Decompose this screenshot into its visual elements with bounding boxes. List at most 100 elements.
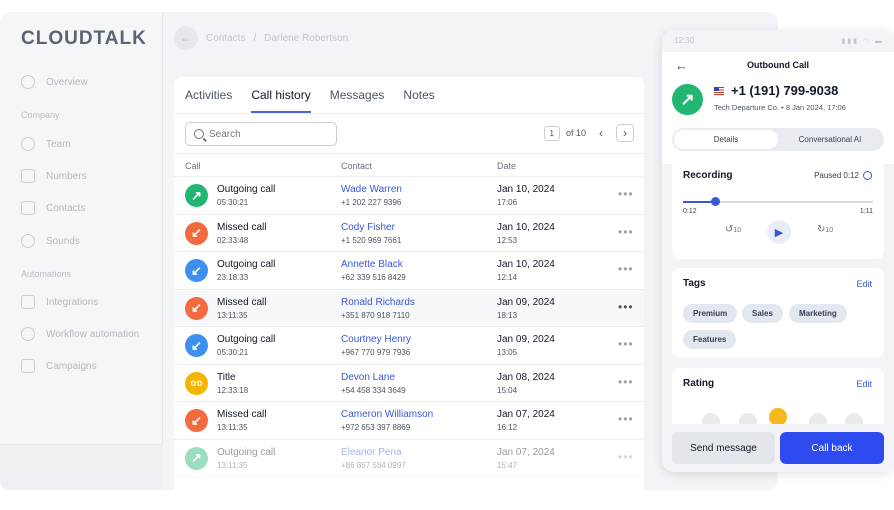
more-options-icon[interactable]: ••• — [618, 300, 634, 314]
more-options-icon[interactable]: ••• — [618, 262, 634, 276]
tab-conversational-ai[interactable]: Conversational AI — [778, 130, 882, 149]
contact-name-link[interactable]: Cody Fisher — [341, 222, 395, 233]
elapsed-time: 0:12 — [683, 208, 697, 215]
tags-edit-link[interactable]: Edit — [856, 279, 872, 289]
chevron-left-icon[interactable]: ‹ — [592, 124, 610, 142]
contact-card-icon — [21, 201, 35, 215]
sidebar-item-contacts[interactable]: Contacts — [21, 201, 85, 215]
tab-messages[interactable]: Messages — [330, 88, 385, 113]
table-row[interactable]: oo Title 12:33:18 Devon Lane +54 458 334… — [174, 365, 644, 402]
sidebar-item-label: Team — [46, 138, 71, 150]
more-options-icon[interactable]: ••• — [618, 450, 634, 464]
tag-chip[interactable]: Marketing — [789, 304, 847, 323]
playback-slider[interactable] — [683, 197, 873, 206]
contact-name-link[interactable]: Cameron Williamson — [341, 409, 433, 420]
send-message-button[interactable]: Send message — [672, 432, 775, 464]
total-time: 1:11 — [859, 208, 873, 215]
tab-call-history[interactable]: Call history — [251, 88, 311, 113]
table-row[interactable]: ↙ Outgoing call 23:18:33 Annette Black +… — [174, 252, 644, 290]
playback-handle[interactable] — [711, 197, 721, 206]
forward-10-label: 10 — [825, 227, 834, 234]
outgoing-call-icon: ↗ — [672, 84, 703, 115]
incoming-call-icon: ↙ — [185, 334, 208, 357]
tag-chip[interactable]: Sales — [742, 304, 783, 323]
tab-notes[interactable]: Notes — [403, 88, 434, 113]
table-row[interactable]: ↗ Outgoing call 05:30:21 Wade Warren +1 … — [174, 177, 644, 215]
sidebar-item-integrations[interactable]: Integrations — [21, 295, 98, 309]
table-row[interactable]: ↙ Missed call 02:33:48 Cody Fisher +1 52… — [174, 215, 644, 252]
table-row[interactable]: ↙ Outgoing call 05:30:21 Courtney Henry … — [174, 327, 644, 365]
tags-title: Tags — [683, 278, 706, 289]
sidebar-item-label: Campaigns — [46, 360, 97, 372]
tab-details[interactable]: Details — [674, 130, 778, 149]
page-number-input[interactable]: 1 — [543, 125, 560, 141]
rating-card: Rating Edit — [672, 368, 884, 428]
sidebar-item-campaigns[interactable]: Campaigns — [21, 359, 97, 373]
contact-name-link[interactable]: Devon Lane — [341, 372, 395, 383]
call-duration: 12:33:18 — [217, 385, 249, 395]
call-type: Outgoing call — [217, 446, 276, 458]
call-type: Missed call — [217, 221, 267, 233]
call-time: 12:53 — [497, 235, 518, 245]
more-options-icon[interactable]: ••• — [618, 225, 634, 239]
play-icon[interactable]: ▶ — [767, 220, 791, 244]
more-options-icon[interactable]: ••• — [618, 337, 634, 351]
megaphone-icon — [21, 359, 35, 373]
missed-call-icon: ↙ — [185, 221, 208, 245]
sidebar-item-workflow[interactable]: Workflow automation — [21, 327, 139, 341]
sidebar-item-label: Integrations — [46, 296, 99, 308]
call-back-button[interactable]: Call back — [780, 432, 884, 464]
more-options-icon[interactable]: ••• — [618, 412, 634, 426]
search-icon — [194, 129, 204, 139]
call-duration: 05:30:21 — [217, 198, 249, 207]
chevron-right-icon[interactable]: › — [616, 124, 634, 142]
search-box[interactable] — [185, 122, 337, 146]
recording-status-text: Paused 0:12 — [814, 171, 859, 180]
tab-activities[interactable]: Activities — [185, 88, 232, 113]
contact-phone: +1 520 969 7661 — [341, 235, 402, 245]
info-icon[interactable] — [863, 171, 872, 181]
call-date: Jan 09, 2024 — [497, 334, 555, 345]
rewind-10-label: 10 — [733, 227, 742, 234]
call-header: ← Outbound Call ↗ +1 (191) 799-9038 Tech… — [662, 52, 894, 164]
call-time: 12:14 — [497, 273, 518, 282]
call-time: 17:06 — [497, 198, 518, 207]
tag-chip[interactable]: Features — [683, 330, 737, 349]
contact-phone: +1 202 227 9396 — [341, 198, 402, 207]
contact-name-link[interactable]: Wade Warren — [341, 184, 402, 195]
contact-name-link[interactable]: Eleanor Pena — [341, 447, 402, 458]
sidebar-item-label: Workflow automation — [46, 328, 140, 340]
table-row[interactable]: ↙ Missed call 13:11:35 Ronald Richards +… — [174, 289, 644, 327]
contact-name-link[interactable]: Ronald Richards — [341, 297, 415, 308]
table-row[interactable]: ↙ Missed call 13:11:35 Cameron Williamso… — [174, 402, 644, 440]
table-toolbar: 1 of 10 ‹ › — [174, 114, 644, 154]
back-arrow-icon[interactable]: ← — [174, 26, 198, 50]
contact-name-link[interactable]: Courtney Henry — [341, 334, 411, 345]
breadcrumb-parent[interactable]: Contacts — [206, 33, 245, 44]
table-row[interactable]: ↗ Outgoing call 13:11:35 Eleanor Pena +8… — [174, 440, 644, 477]
rewind-10-icon[interactable]: ↺10 — [725, 224, 741, 235]
forward-10-icon[interactable]: ↻10 — [817, 224, 833, 235]
phone-title: Outbound Call — [747, 60, 809, 70]
workflow-icon — [21, 327, 35, 341]
phone-number: +1 (191) 799-9038 — [731, 83, 839, 98]
chart-pie-icon — [21, 75, 35, 89]
sidebar-item-team[interactable]: Team — [21, 137, 70, 151]
column-header-call: Call — [185, 161, 201, 171]
nav-section-company: Company — [21, 110, 60, 120]
sidebar-item-sounds[interactable]: Sounds — [21, 234, 80, 248]
call-date: Jan 07, 2024 — [497, 446, 555, 458]
voicemail-icon: oo — [185, 371, 208, 395]
document-icon — [21, 169, 35, 183]
sidebar-item-numbers[interactable]: Numbers — [21, 169, 87, 183]
sidebar-item-overview[interactable]: Overview — [21, 75, 88, 89]
tag-chip[interactable]: Premium — [683, 304, 738, 323]
call-duration: 13:11:35 — [217, 460, 248, 470]
search-input[interactable] — [209, 128, 319, 140]
call-type: Outgoing call — [217, 334, 276, 345]
contact-name-link[interactable]: Annette Black — [341, 259, 403, 270]
column-header-contact: Contact — [341, 161, 373, 171]
more-options-icon[interactable]: ••• — [618, 375, 634, 389]
more-options-icon[interactable]: ••• — [618, 187, 634, 201]
rating-edit-link[interactable]: Edit — [856, 379, 872, 389]
